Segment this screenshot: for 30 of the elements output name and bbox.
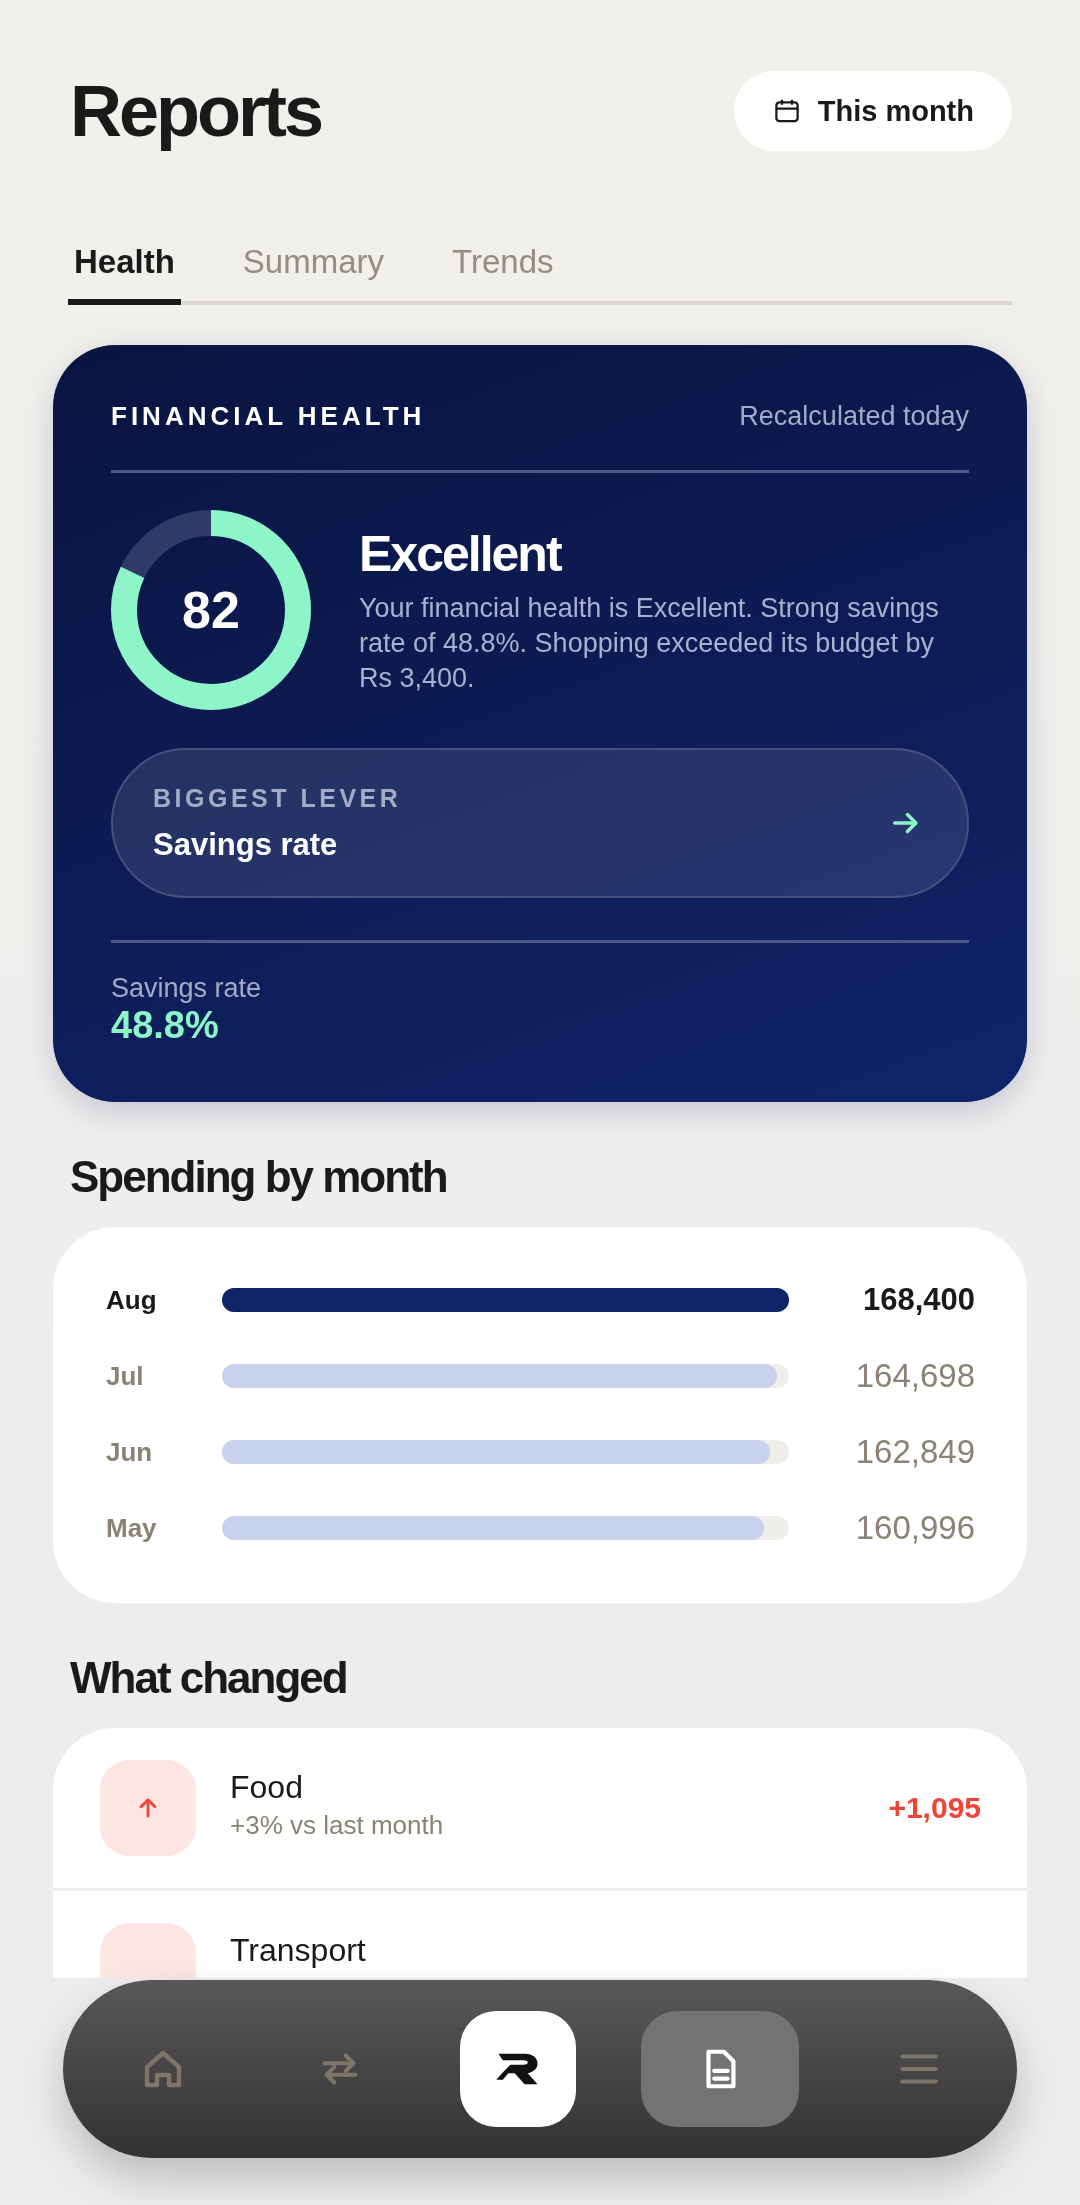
month-label: Jul (106, 1360, 145, 1392)
spending-amount: 162,849 (854, 1433, 975, 1471)
card-heading: FINANCIAL HEALTH (111, 401, 426, 432)
updated-note: Recalculated today (739, 401, 969, 432)
spending-amount: 168,400 (861, 1282, 975, 1318)
section-title: Spending by month (70, 1151, 448, 1203)
month-label: May (106, 1512, 158, 1544)
month-label: Jun (106, 1436, 154, 1468)
metric-label: Savings rate (111, 973, 263, 1004)
spending-amount: 164,698 (854, 1357, 975, 1395)
lever-card[interactable]: BIGGEST LEVER Savings rate (111, 748, 969, 898)
change-detail: +3% vs last month (230, 1810, 445, 1841)
lever-value: Savings rate (153, 826, 339, 863)
category-name: Transport (230, 1933, 367, 1967)
change-row[interactable]: Food +3% vs last month +1,095 (53, 1728, 1027, 1891)
metric-value: 48.8% (111, 1004, 220, 1047)
month-label: Aug (106, 1284, 158, 1316)
category-name: Food (230, 1770, 304, 1804)
lever-label: BIGGEST LEVER (153, 783, 402, 813)
spending-amount: 160,996 (854, 1509, 975, 1547)
nav-item[interactable] (460, 2011, 576, 2127)
nav-item[interactable] (640, 2011, 799, 2127)
health-summary: Your financial health is Excellent. Strong savings rate of 48.8%. Shopping exceeded its budget by Rs 3,400. (359, 591, 940, 695)
health-score: 82 (182, 584, 240, 636)
change-amount: +1,095 (888, 1791, 981, 1825)
period-button[interactable]: This month (733, 71, 1012, 151)
health-rating: Excellent (359, 524, 563, 583)
tab[interactable]: Health (68, 243, 181, 305)
page-title: Reports (70, 70, 322, 152)
section-title: What changed (70, 1652, 348, 1704)
